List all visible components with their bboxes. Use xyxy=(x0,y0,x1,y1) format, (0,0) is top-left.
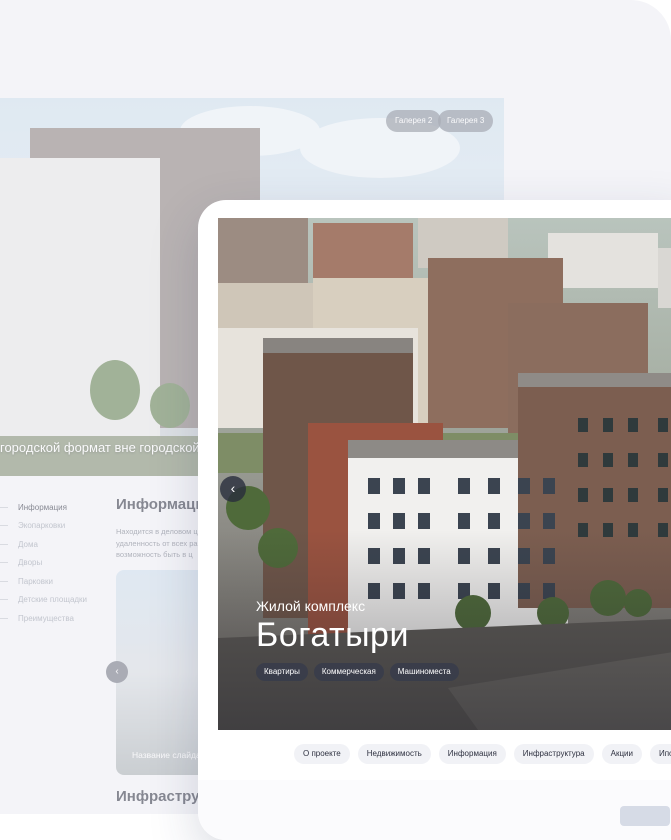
side-nav-item-houses[interactable]: Дома xyxy=(0,535,110,554)
side-nav-label: Парковки xyxy=(18,576,53,586)
menu-item-promotions[interactable]: Акции xyxy=(601,744,642,764)
hero-subtitle: Жилой комплекс xyxy=(256,598,366,614)
back-side-nav: Информация Экопарковки Дома Дворы Парков… xyxy=(0,498,110,628)
menu-item-realty[interactable]: Недвижимость xyxy=(357,744,431,764)
gallery-2-button[interactable]: Галерея 2 xyxy=(386,110,442,132)
front-content-area xyxy=(198,780,671,840)
side-nav-item-parking[interactable]: Парковки xyxy=(0,572,110,591)
menu-item-about[interactable]: О проекте xyxy=(294,744,350,764)
side-nav-label: Детские площадки xyxy=(18,595,88,605)
side-nav-label: Информация xyxy=(18,502,67,512)
back-info-text: Находится в деловом ц удаленность от все… xyxy=(116,527,198,559)
menu-item-info[interactable]: Информация xyxy=(438,744,506,764)
menu-item-infrastructure[interactable]: Инфраструктура xyxy=(513,744,594,764)
hero-title: Богатыри xyxy=(256,616,409,654)
hero-image: ‹ Жилой комплекс Богатыри Квартиры Комме… xyxy=(218,218,671,730)
tag-parking-spaces[interactable]: Машиноместа xyxy=(389,663,459,681)
side-nav-label: Дома xyxy=(18,539,38,549)
side-nav-label: Экопарковки xyxy=(18,521,66,531)
side-nav-label: Дворы xyxy=(18,558,43,568)
chevron-left-icon[interactable]: ‹ xyxy=(220,476,246,502)
side-nav-item-playgrounds[interactable]: Детские площадки xyxy=(0,591,110,610)
side-nav-item-advantages[interactable]: Преимущества xyxy=(0,609,110,628)
gallery-3-button[interactable]: Галерея 3 xyxy=(438,110,494,132)
slide-caption: Название слайда xyxy=(132,750,201,760)
chevron-left-icon[interactable]: ‹ xyxy=(106,661,128,683)
menu-item-mortgage[interactable]: Ипотека xyxy=(649,744,671,764)
side-nav-label: Преимущества xyxy=(18,613,74,623)
content-thumbnail xyxy=(620,806,670,826)
side-nav-item-yards[interactable]: Дворы xyxy=(0,554,110,573)
tag-commercial[interactable]: Коммерческая xyxy=(313,663,384,681)
section-menu: О проекте Недвижимость Информация Инфрас… xyxy=(294,744,671,764)
front-page-mockup: ‹ Жилой комплекс Богатыри Квартиры Комме… xyxy=(198,200,671,840)
hero-tags: Квартиры Коммерческая Машиноместа xyxy=(256,663,459,681)
tag-apartments[interactable]: Квартиры xyxy=(256,663,308,681)
side-nav-item-info[interactable]: Информация xyxy=(0,498,110,517)
side-nav-item-eco-parking[interactable]: Экопарковки xyxy=(0,517,110,536)
